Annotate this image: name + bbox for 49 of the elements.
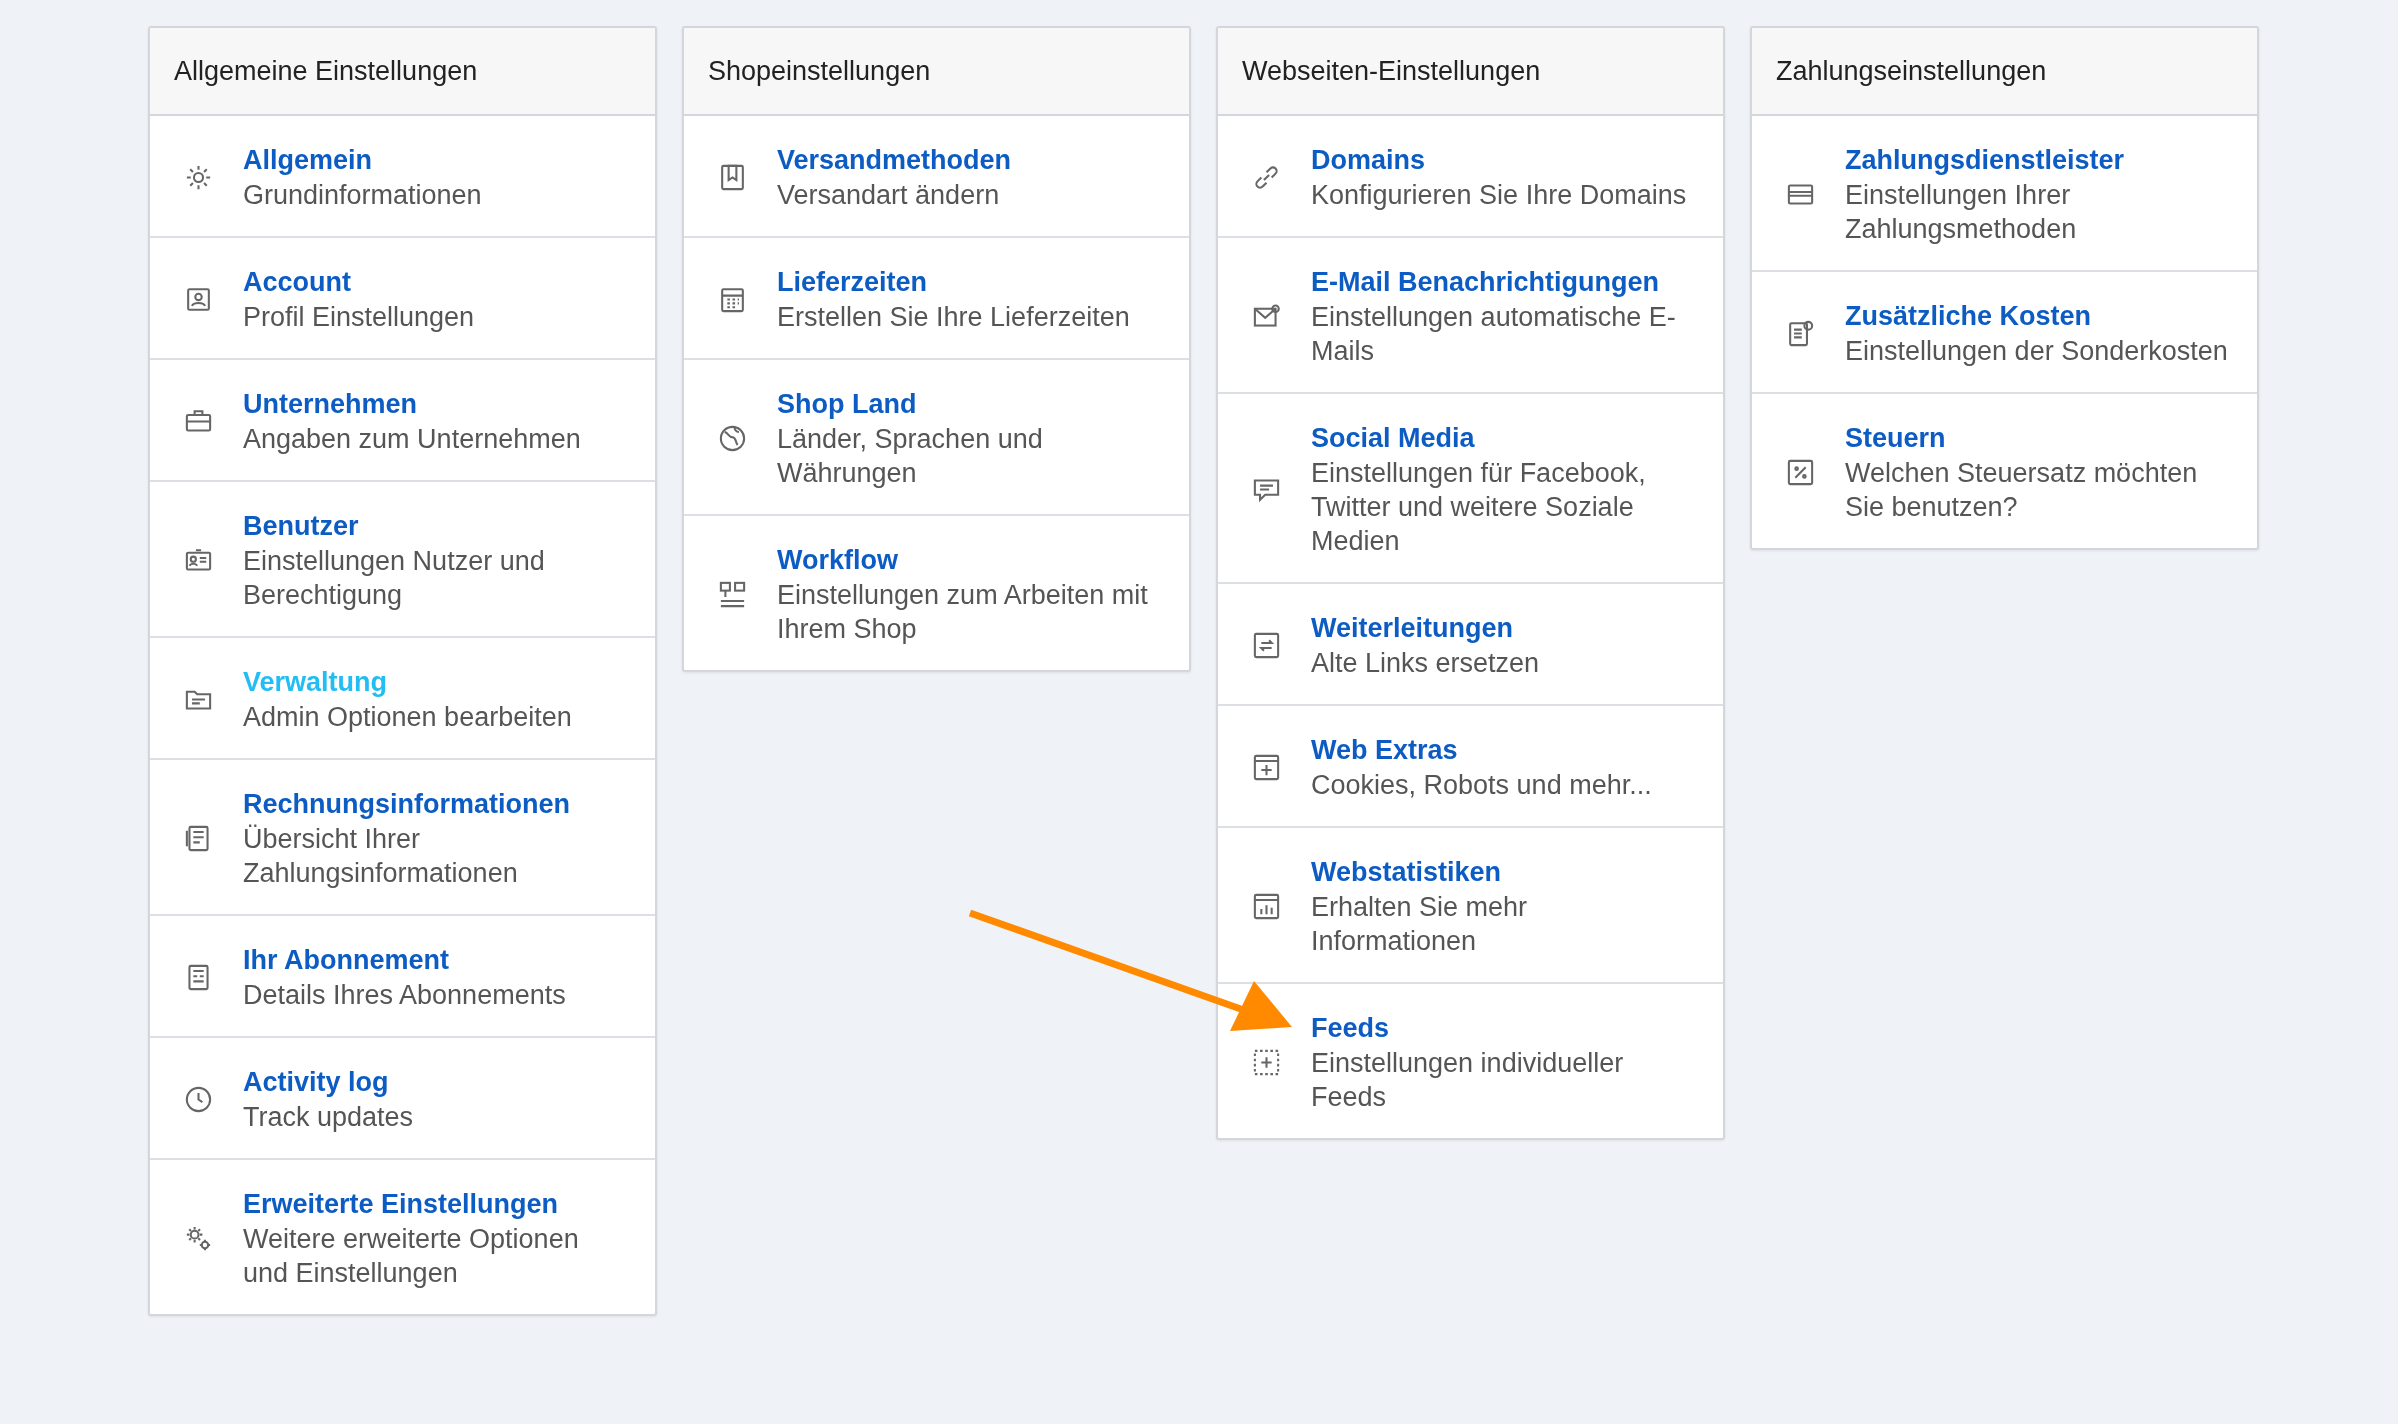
settings-link[interactable]: Ihr Abonnement (243, 942, 449, 978)
settings-link[interactable]: Weiterleitungen (1311, 610, 1514, 646)
settings-description: Einstellungen individueller Feeds (1311, 1047, 1625, 1114)
settings-description: Weitere erweiterte Optionen und Einstellungen (243, 1223, 580, 1290)
settings-link[interactable]: Rechnungsinformationen (243, 786, 570, 822)
card-title: Zahlungseinstellungen (1776, 55, 2047, 87)
settings-description: Einstellungen der Sonderkosten (1845, 335, 2228, 368)
settings-link[interactable]: Social Media (1311, 420, 1475, 456)
settings-link[interactable]: Versandmethoden (777, 142, 1012, 178)
settings-description: Profil Einstellungen (243, 301, 475, 334)
card-title: Shopeinstellungen (708, 55, 931, 87)
settings-description: Einstellungen automatische E-Mails (1311, 301, 1677, 368)
settings-link[interactable]: Zahlungsdienstleister (1845, 142, 2125, 178)
settings-link[interactable]: Web Extras (1311, 732, 1458, 768)
settings-link[interactable]: Unternehmen (243, 386, 418, 422)
settings-description: Erstellen Sie Ihre Lieferzeiten (777, 301, 1130, 334)
settings-description: Einstellungen zum Arbeiten mit Ihrem Shop (777, 579, 1149, 646)
settings-description: Admin Optionen bearbeiten (243, 701, 572, 734)
settings-description: Einstellungen für Facebook, Twitter und weitere Soziale Medien (1311, 457, 1647, 558)
settings-link[interactable]: Erweiterte Einstellungen (243, 1186, 559, 1222)
settings-description: Track updates (243, 1101, 414, 1134)
settings-link[interactable]: Shop Land (777, 386, 917, 422)
settings-link[interactable]: Workflow (777, 542, 898, 578)
settings-description: Grundinformationen (243, 179, 482, 212)
settings-description: Übersicht Ihrer Zahlungsinformationen (243, 823, 519, 890)
settings-description: Details Ihres Abonnements (243, 979, 566, 1012)
settings-link[interactable]: Lieferzeiten (777, 264, 928, 300)
settings-description: Einstellungen Nutzer und Berechtigung (243, 545, 546, 612)
settings-link[interactable]: Account (243, 264, 351, 300)
settings-link[interactable]: Domains (1311, 142, 1426, 178)
card-title: Webseiten-Einstellungen (1242, 55, 1541, 87)
settings-description: Versandart ändern (777, 179, 1000, 212)
settings-link[interactable]: Feeds (1311, 1010, 1390, 1046)
settings-link[interactable]: Allgemein (243, 142, 373, 178)
settings-link[interactable]: Webstatistiken (1311, 854, 1502, 890)
settings-description: Einstellungen Ihrer Zahlungsmethoden (1845, 179, 2078, 246)
settings-link[interactable]: Benutzer (243, 508, 359, 544)
card-title: Allgemeine Einstellungen (174, 55, 478, 87)
settings-description: Angaben zum Unternehmen (243, 423, 581, 456)
settings-link[interactable]: Zusätzliche Kosten (1845, 298, 2092, 334)
settings-description: Alte Links ersetzen (1311, 647, 1540, 680)
settings-link[interactable]: Activity log (243, 1064, 389, 1100)
settings-link[interactable]: Steuern (1845, 420, 1946, 456)
settings-description: Konfigurieren Sie Ihre Domains (1311, 179, 1687, 212)
settings-description: Welchen Steuersatz möchten Sie benutzen? (1845, 457, 2199, 524)
settings-link[interactable]: E-Mail Benachrichtigungen (1311, 264, 1660, 300)
settings-description: Länder, Sprachen und Währungen (777, 423, 1044, 490)
settings-description: Cookies, Robots und mehr... (1311, 769, 1652, 802)
settings-description: Erhalten Sie mehr Informationen (1311, 891, 1529, 958)
